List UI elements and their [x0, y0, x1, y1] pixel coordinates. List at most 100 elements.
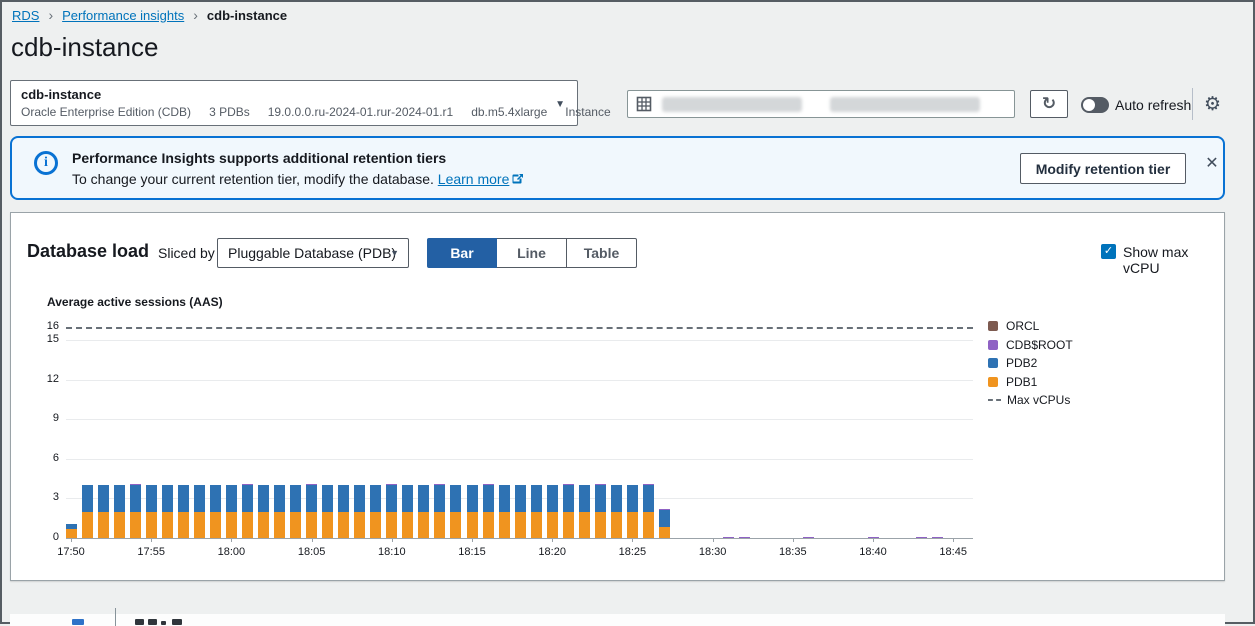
settings-gear-icon[interactable]: ⚙ — [1204, 93, 1221, 116]
bar-segment-pdb1[interactable] — [547, 512, 558, 538]
show-max-vcpu-checkbox[interactable]: ✓ — [1101, 244, 1116, 259]
bar-segment-pdb1[interactable] — [467, 512, 478, 538]
legend-item-orcl[interactable]: ORCL — [988, 317, 1073, 336]
bar-segment-cdb-root[interactable] — [932, 537, 943, 538]
bar-segment-pdb1[interactable] — [338, 512, 349, 538]
bar-segment-pdb2[interactable] — [450, 485, 461, 511]
bar-segment-cdb-root[interactable] — [595, 484, 606, 485]
bar-segment-pdb1[interactable] — [162, 512, 173, 538]
bar-segment-cdb-root[interactable] — [386, 484, 397, 485]
bar-segment-pdb2[interactable] — [226, 485, 237, 511]
bar-segment-pdb2[interactable] — [547, 485, 558, 511]
bar-segment-pdb2[interactable] — [178, 485, 189, 511]
bar-segment-pdb2[interactable] — [659, 510, 670, 527]
bar-segment-pdb1[interactable] — [499, 512, 510, 538]
instance-selector[interactable]: cdb-instance Oracle Enterprise Edition (… — [10, 80, 578, 126]
bar-segment-pdb2[interactable] — [627, 485, 638, 511]
breadcrumb-link-performance-insights[interactable]: Performance insights — [62, 8, 184, 23]
bar-segment-cdb-root[interactable] — [643, 484, 654, 485]
bar-segment-pdb1[interactable] — [643, 512, 654, 538]
bar-segment-pdb2[interactable] — [434, 485, 445, 511]
bar-segment-pdb2[interactable] — [402, 485, 413, 511]
legend-item-max-vcpus[interactable]: Max vCPUs — [988, 391, 1073, 410]
bar-segment-cdb-root[interactable] — [723, 537, 734, 538]
bar-segment-cdb-root[interactable] — [306, 484, 317, 485]
bar-segment-cdb-root[interactable] — [916, 537, 927, 538]
bar-segment-pdb2[interactable] — [194, 485, 205, 511]
bar-segment-pdb1[interactable] — [386, 512, 397, 538]
bar-segment-pdb1[interactable] — [194, 512, 205, 538]
bar-segment-pdb1[interactable] — [483, 512, 494, 538]
bar-segment-pdb2[interactable] — [595, 485, 606, 511]
bar-segment-pdb2[interactable] — [146, 485, 157, 511]
bar-segment-pdb2[interactable] — [467, 485, 478, 511]
bar-segment-cdb-root[interactable] — [130, 484, 141, 485]
bar-segment-pdb2[interactable] — [354, 485, 365, 511]
auto-refresh-toggle[interactable] — [1081, 97, 1109, 113]
view-tab-table[interactable]: Table — [567, 238, 637, 268]
bar-segment-cdb-root[interactable] — [434, 484, 445, 485]
bar-segment-pdb2[interactable] — [66, 524, 77, 529]
legend-item-cdb-root[interactable]: CDB$ROOT — [988, 336, 1073, 355]
legend-item-pdb2[interactable]: PDB2 — [988, 354, 1073, 373]
bar-segment-pdb2[interactable] — [499, 485, 510, 511]
bar-segment-pdb1[interactable] — [322, 512, 333, 538]
bar-segment-pdb2[interactable] — [563, 485, 574, 511]
close-icon[interactable]: ✕ — [1200, 152, 1224, 176]
bar-segment-pdb2[interactable] — [162, 485, 173, 511]
time-range-field[interactable] — [627, 90, 1015, 118]
bar-segment-pdb2[interactable] — [338, 485, 349, 511]
sliced-by-select[interactable]: Pluggable Database (PDB) ▼ — [217, 238, 409, 268]
bar-segment-pdb1[interactable] — [450, 512, 461, 538]
bar-segment-pdb1[interactable] — [146, 512, 157, 538]
bar-segment-pdb1[interactable] — [130, 512, 141, 538]
bar-segment-pdb2[interactable] — [418, 485, 429, 511]
bar-segment-pdb1[interactable] — [82, 512, 93, 538]
breadcrumb-link-rds[interactable]: RDS — [12, 8, 39, 23]
refresh-button[interactable]: ↻ — [1030, 90, 1068, 118]
bar-segment-cdb-root[interactable] — [563, 484, 574, 485]
bar-segment-cdb-root[interactable] — [803, 537, 814, 538]
bar-segment-pdb1[interactable] — [354, 512, 365, 538]
learn-more-link[interactable]: Learn more — [438, 171, 525, 187]
view-tab-bar[interactable]: Bar — [427, 238, 497, 268]
bar-segment-cdb-root[interactable] — [739, 537, 750, 538]
bar-segment-pdb2[interactable] — [210, 485, 221, 511]
bar-segment-pdb2[interactable] — [274, 485, 285, 511]
bar-segment-pdb1[interactable] — [178, 512, 189, 538]
bar-segment-pdb2[interactable] — [306, 485, 317, 511]
bar-segment-pdb1[interactable] — [306, 512, 317, 538]
bar-segment-pdb1[interactable] — [274, 512, 285, 538]
bar-segment-pdb1[interactable] — [579, 512, 590, 538]
bar-segment-pdb1[interactable] — [114, 512, 125, 538]
bar-segment-pdb2[interactable] — [611, 485, 622, 511]
bar-segment-pdb1[interactable] — [370, 512, 381, 538]
bar-segment-cdb-root[interactable] — [659, 509, 670, 510]
bar-segment-pdb2[interactable] — [370, 485, 381, 511]
bar-segment-pdb1[interactable] — [659, 527, 670, 538]
bar-segment-pdb1[interactable] — [595, 512, 606, 538]
bar-segment-pdb2[interactable] — [515, 485, 526, 511]
bar-segment-pdb2[interactable] — [531, 485, 542, 511]
bar-segment-pdb1[interactable] — [290, 512, 301, 538]
bar-segment-pdb2[interactable] — [483, 485, 494, 511]
bar-segment-pdb1[interactable] — [226, 512, 237, 538]
bar-segment-pdb2[interactable] — [82, 485, 93, 511]
legend-item-pdb1[interactable]: PDB1 — [988, 373, 1073, 392]
bar-segment-pdb2[interactable] — [643, 485, 654, 511]
bar-segment-pdb1[interactable] — [402, 512, 413, 538]
bar-segment-pdb1[interactable] — [515, 512, 526, 538]
bar-segment-pdb1[interactable] — [418, 512, 429, 538]
bar-segment-pdb1[interactable] — [258, 512, 269, 538]
bar-segment-pdb2[interactable] — [258, 485, 269, 511]
bar-segment-cdb-root[interactable] — [242, 484, 253, 485]
view-tab-line[interactable]: Line — [497, 238, 567, 268]
bar-segment-pdb1[interactable] — [563, 512, 574, 538]
bar-segment-pdb1[interactable] — [627, 512, 638, 538]
bar-segment-pdb2[interactable] — [322, 485, 333, 511]
bar-segment-pdb1[interactable] — [98, 512, 109, 538]
bar-segment-pdb2[interactable] — [98, 485, 109, 511]
bar-segment-pdb1[interactable] — [242, 512, 253, 538]
bar-segment-pdb1[interactable] — [434, 512, 445, 538]
bar-segment-pdb1[interactable] — [210, 512, 221, 538]
